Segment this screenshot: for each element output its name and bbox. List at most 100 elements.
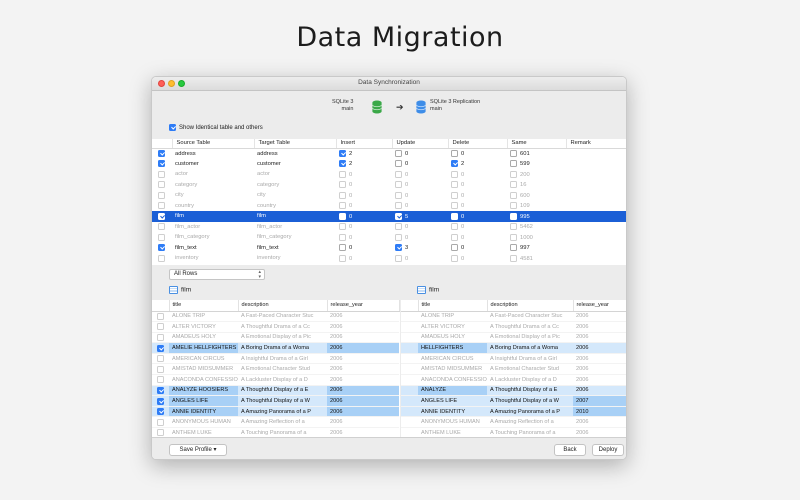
insert-cell[interactable]: 0 xyxy=(336,201,392,212)
update-cell[interactable]: 5 xyxy=(392,211,448,222)
table-row[interactable]: category category 0 0 0 16 xyxy=(152,180,626,191)
insert-cell[interactable]: 0 xyxy=(336,243,392,254)
checkbox[interactable] xyxy=(510,212,517,220)
row-select-cell[interactable] xyxy=(152,253,172,264)
update-cell[interactable]: 0 xyxy=(392,201,448,212)
table-row[interactable]: ALONE TRIP A Fast-Paced Character Stuc 200… xyxy=(152,311,399,323)
row-select-cell[interactable] xyxy=(152,374,169,386)
table-row[interactable]: city city 0 0 0 600 xyxy=(152,190,626,201)
table-row[interactable]: HELLFIGHTERS A Boring Drama of a Woma 2006 xyxy=(401,342,626,354)
checkbox[interactable] xyxy=(451,170,458,178)
checkbox[interactable] xyxy=(451,223,458,231)
checkbox[interactable] xyxy=(339,149,346,157)
checkbox[interactable] xyxy=(510,181,517,189)
update-cell[interactable]: 0 xyxy=(392,232,448,243)
table-row[interactable]: film_actor film_actor 0 0 0 5462 xyxy=(152,222,626,233)
save-profile-button[interactable]: Save Profile ▾ xyxy=(169,444,227,456)
checkbox[interactable] xyxy=(339,233,346,241)
checkbox[interactable] xyxy=(395,254,402,262)
same-cell[interactable]: 5462 xyxy=(507,222,566,233)
checkbox[interactable] xyxy=(395,191,402,199)
table-row[interactable]: AMISTAD MIDSUMMER A Emotional Character S… xyxy=(401,363,626,376)
same-cell[interactable]: 601 xyxy=(507,148,566,159)
table-row[interactable]: ANALYZE A Thoughtful Display of a E 2006 xyxy=(401,385,626,397)
table-row[interactable]: ANACONDA CONFESSIO A Lackluster Display o… xyxy=(401,374,626,386)
checkbox[interactable] xyxy=(451,191,458,199)
update-cell[interactable]: 0 xyxy=(392,190,448,201)
table-row[interactable]: ALONE TRIP A Fast-Paced Character Stuc 200… xyxy=(401,311,626,323)
table-row[interactable]: AMERICAN CIRCUS A Insightful Drama of a G… xyxy=(401,353,626,365)
checkbox[interactable] xyxy=(157,312,164,320)
update-cell[interactable]: 0 xyxy=(392,253,448,264)
table-row[interactable]: film film 0 5 0 995 xyxy=(152,211,626,222)
table-row[interactable]: country country 0 0 0 109 xyxy=(152,201,626,212)
checkbox[interactable] xyxy=(395,223,402,231)
delete-cell[interactable]: 0 xyxy=(448,211,507,222)
same-cell[interactable]: 599 xyxy=(507,159,566,170)
insert-cell[interactable]: 2 xyxy=(336,148,392,159)
checkbox[interactable] xyxy=(339,181,346,189)
checkbox[interactable] xyxy=(157,429,164,437)
table-row[interactable]: inventory inventory 0 0 0 4581 xyxy=(152,253,626,264)
checkbox[interactable] xyxy=(339,160,346,168)
checkbox[interactable] xyxy=(451,233,458,241)
checkbox[interactable] xyxy=(451,160,458,168)
insert-cell[interactable]: 0 xyxy=(336,180,392,191)
row-select-cell[interactable] xyxy=(152,363,169,376)
row-select-cell[interactable] xyxy=(152,222,172,233)
insert-cell[interactable]: 0 xyxy=(336,222,392,233)
checkbox[interactable] xyxy=(157,355,164,363)
same-cell[interactable]: 1000 xyxy=(507,232,566,243)
checkbox[interactable] xyxy=(510,254,517,262)
checkbox[interactable] xyxy=(395,233,402,241)
delete-cell[interactable]: 0 xyxy=(448,232,507,243)
checkbox[interactable] xyxy=(157,365,164,373)
table-row[interactable]: ALTER VICTORY A Thoughtful Drama of a Cc 2… xyxy=(401,321,626,333)
checkbox[interactable] xyxy=(157,333,164,341)
checkbox[interactable] xyxy=(157,408,164,416)
checkbox[interactable] xyxy=(339,223,346,231)
row-select-cell[interactable] xyxy=(152,232,172,243)
row-select-cell[interactable] xyxy=(152,321,169,333)
checkbox[interactable] xyxy=(158,233,165,241)
same-cell[interactable]: 109 xyxy=(507,201,566,212)
table-row[interactable]: AMELIE HELLFIGHTERS A Boring Drama of a W… xyxy=(152,342,399,354)
checkbox[interactable] xyxy=(451,181,458,189)
checkbox[interactable] xyxy=(157,344,164,352)
table-row[interactable]: AMISTAD MIDSUMMER A Emotional Character S… xyxy=(152,363,399,376)
same-cell[interactable]: 200 xyxy=(507,169,566,180)
back-button[interactable]: Back xyxy=(554,444,586,456)
table-row[interactable]: address address 2 0 0 601 xyxy=(152,148,626,159)
checkbox[interactable] xyxy=(157,386,164,394)
checkbox[interactable] xyxy=(395,202,402,210)
checkbox[interactable] xyxy=(510,160,517,168)
checkbox[interactable] xyxy=(451,202,458,210)
checkbox[interactable] xyxy=(395,212,402,220)
checkbox[interactable] xyxy=(157,323,164,331)
table-row[interactable]: ANNIE IDENTITY A Amazing Panorama of a P2… xyxy=(401,406,626,418)
same-cell[interactable]: 600 xyxy=(507,190,566,201)
row-select-cell[interactable] xyxy=(152,190,172,201)
row-select-cell[interactable] xyxy=(152,211,172,222)
update-cell[interactable]: 0 xyxy=(392,169,448,180)
table-row[interactable]: film_category film_category 0 0 0 1000 xyxy=(152,232,626,243)
checkbox[interactable] xyxy=(158,202,165,210)
checkbox[interactable] xyxy=(451,149,458,157)
table-row[interactable]: ALTER VICTORY A Thoughtful Drama of a Cc 2… xyxy=(152,321,399,333)
update-cell[interactable]: 0 xyxy=(392,222,448,233)
table-row[interactable]: AMADEUS HOLY A Emotional Display of a Pic… xyxy=(152,332,399,344)
delete-cell[interactable]: 0 xyxy=(448,243,507,254)
delete-cell[interactable]: 2 xyxy=(448,159,507,170)
checkbox[interactable] xyxy=(510,223,517,231)
checkbox[interactable] xyxy=(510,244,517,252)
checkbox[interactable] xyxy=(395,160,402,168)
row-select-cell[interactable] xyxy=(152,332,169,344)
same-cell[interactable]: 995 xyxy=(507,211,566,222)
rows-filter-select[interactable]: All Rows ▴ ▾ xyxy=(169,269,265,280)
same-cell[interactable]: 4581 xyxy=(507,253,566,264)
checkbox[interactable] xyxy=(451,244,458,252)
row-select-cell[interactable] xyxy=(152,395,169,407)
update-cell[interactable]: 0 xyxy=(392,148,448,159)
checkbox[interactable] xyxy=(339,202,346,210)
checkbox[interactable] xyxy=(158,244,165,252)
